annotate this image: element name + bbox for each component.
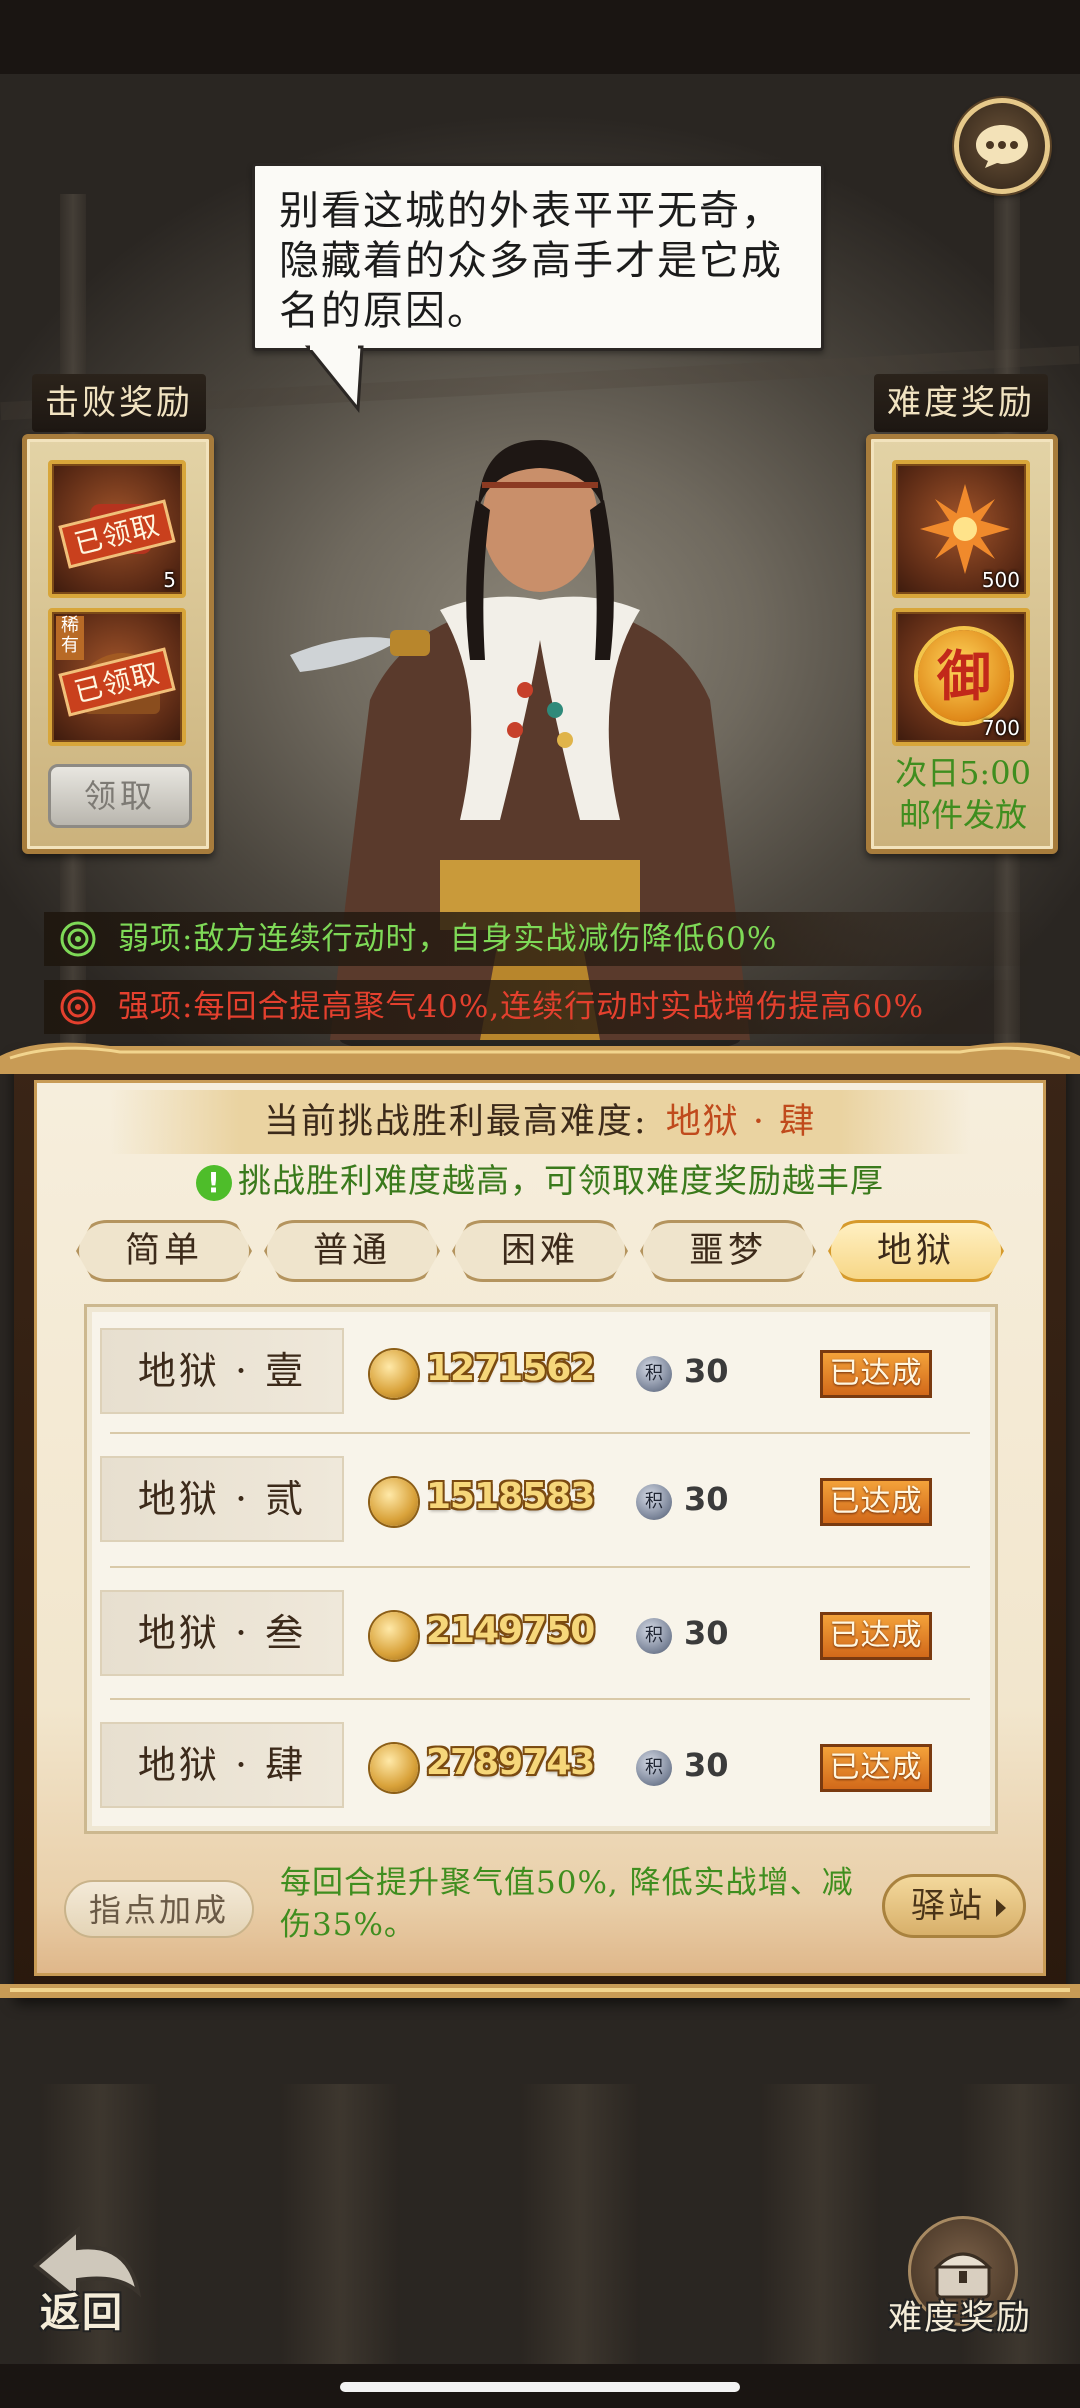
stage-name: 地狱 · 肆 [100,1722,344,1808]
stage-row: 地狱 · 贰 1518583 积 30 已达成 [84,1434,998,1562]
chat-bubble-icon [976,125,1028,168]
stage-points: 30 [684,1746,729,1784]
boss-character [290,440,750,1058]
points-icon: 积 [636,1484,672,1520]
weakness-text: 弱项:敌方连续行动时，自身实战减伤降低60% [118,921,778,957]
stage-power: 1518583 [426,1476,595,1517]
target-icon [60,921,96,957]
station-button[interactable]: 驿站 [882,1874,1026,1938]
panel-top-ornament [0,1042,1080,1074]
speech-bubble-tail [304,345,364,413]
reward-note-line-2: 邮件发放 [898,796,1027,834]
claim-button[interactable]: 领取 [48,764,192,828]
tab-normal[interactable]: 普通 [264,1220,440,1282]
exclamation-icon: ! [196,1165,232,1201]
panel-bottom-ornament [0,1984,1080,1998]
speech-line-2: 隐藏着的众多高手才是它成 [279,238,783,284]
home-indicator[interactable] [340,2382,740,2392]
stage-row: 地狱 · 叁 2149750 积 30 已达成 [84,1568,998,1696]
stage-status-badge: 已达成 [820,1478,932,1526]
defeat-reward-title: 击败奖励 [32,374,206,432]
guidance-bonus-text: 每回合提升聚气值50%, 降低实战增、减伤35%。 [280,1865,854,1943]
guidance-bonus-button[interactable]: 指点加成 [64,1880,254,1938]
stage-name: 地狱 · 壹 [100,1328,344,1414]
highest-difficulty-value: 地狱 · 肆 [665,1102,817,1142]
highest-difficulty-banner: 当前挑战胜利最高难度: 地狱 · 肆 [110,1090,970,1154]
power-coin-icon [370,1744,418,1792]
stage-status-badge: 已达成 [820,1612,932,1660]
chevron-right-icon [996,1899,1006,1917]
difficulty-hint: ! 挑战胜利难度越高，可领取难度奖励越丰厚 [60,1156,1020,1206]
highest-difficulty-label: 当前挑战胜利最高难度: [263,1102,648,1142]
slot-count: 5 [163,568,176,592]
difficulty-reward-slot-2[interactable]: 御 700 [892,608,1030,746]
stage-power: 2789743 [426,1742,595,1783]
back-button-label[interactable]: 返回 [40,2280,124,2338]
reward-note-line-1: 次日5:00 [895,754,1031,792]
tab-hard[interactable]: 困难 [452,1220,628,1282]
speech-line-3: 名的原因。 [279,288,489,334]
strength-line: 强项:每回合提高聚气40%,连续行动时实战增伤提高60% [44,980,1044,1034]
speech-bubble: 别看这城的外表平平无奇， 隐藏着的众多高手才是它成 名的原因。 [252,163,824,351]
stage-status-badge: 已达成 [820,1744,932,1792]
power-coin-icon [370,1478,418,1526]
points-icon: 积 [636,1750,672,1786]
stage-points: 30 [684,1614,729,1652]
tab-hell[interactable]: 地狱 [828,1220,1004,1282]
target-icon [60,989,96,1025]
station-label: 驿站 [911,1886,985,1926]
stage-points: 30 [684,1480,729,1518]
stage-points: 30 [684,1352,729,1390]
stage-row: 地狱 · 壹 1271562 积 30 已达成 [84,1306,998,1434]
defeat-reward-slot-2[interactable]: 稀有 已领取 [48,608,186,746]
difficulty-reward-slot-1[interactable]: 500 [892,460,1030,598]
points-icon: 积 [636,1356,672,1392]
yu-coin-icon: 御 [918,630,1010,722]
strength-text: 强项:每回合提高聚气40%,连续行动时实战增伤提高60% [118,989,925,1025]
stage-power: 1271562 [426,1348,595,1389]
rare-tag: 稀有 [56,616,84,660]
reward-delivery-note: 次日5:00 邮件发放 [878,752,1048,836]
power-coin-icon [370,1612,418,1660]
stage-name: 地狱 · 叁 [100,1590,344,1676]
slot-count: 500 [981,568,1020,592]
stage-name: 地狱 · 贰 [100,1456,344,1542]
defeat-reward-slot-1[interactable]: 已领取 5 [48,460,186,598]
weakness-line: 弱项:敌方连续行动时，自身实战减伤降低60% [44,912,1044,966]
tab-easy[interactable]: 简单 [76,1220,252,1282]
chat-button[interactable] [954,98,1050,194]
difficulty-hint-text: 挑战胜利难度越高，可领取难度奖励越丰厚 [238,1161,884,1200]
tab-nightmare[interactable]: 噩梦 [640,1220,816,1282]
power-coin-icon [370,1350,418,1398]
difficulty-reward-label[interactable]: 难度奖励 [888,2290,1032,2339]
stage-status-badge: 已达成 [820,1350,932,1398]
points-icon: 积 [636,1618,672,1654]
difficulty-reward-title: 难度奖励 [874,374,1048,432]
speech-line-1: 别看这城的外表平平无奇， [279,188,783,234]
slot-count: 700 [981,716,1020,740]
stage-row: 地狱 · 肆 2789743 积 30 已达成 [84,1700,998,1828]
stage-power: 2149750 [426,1610,595,1651]
